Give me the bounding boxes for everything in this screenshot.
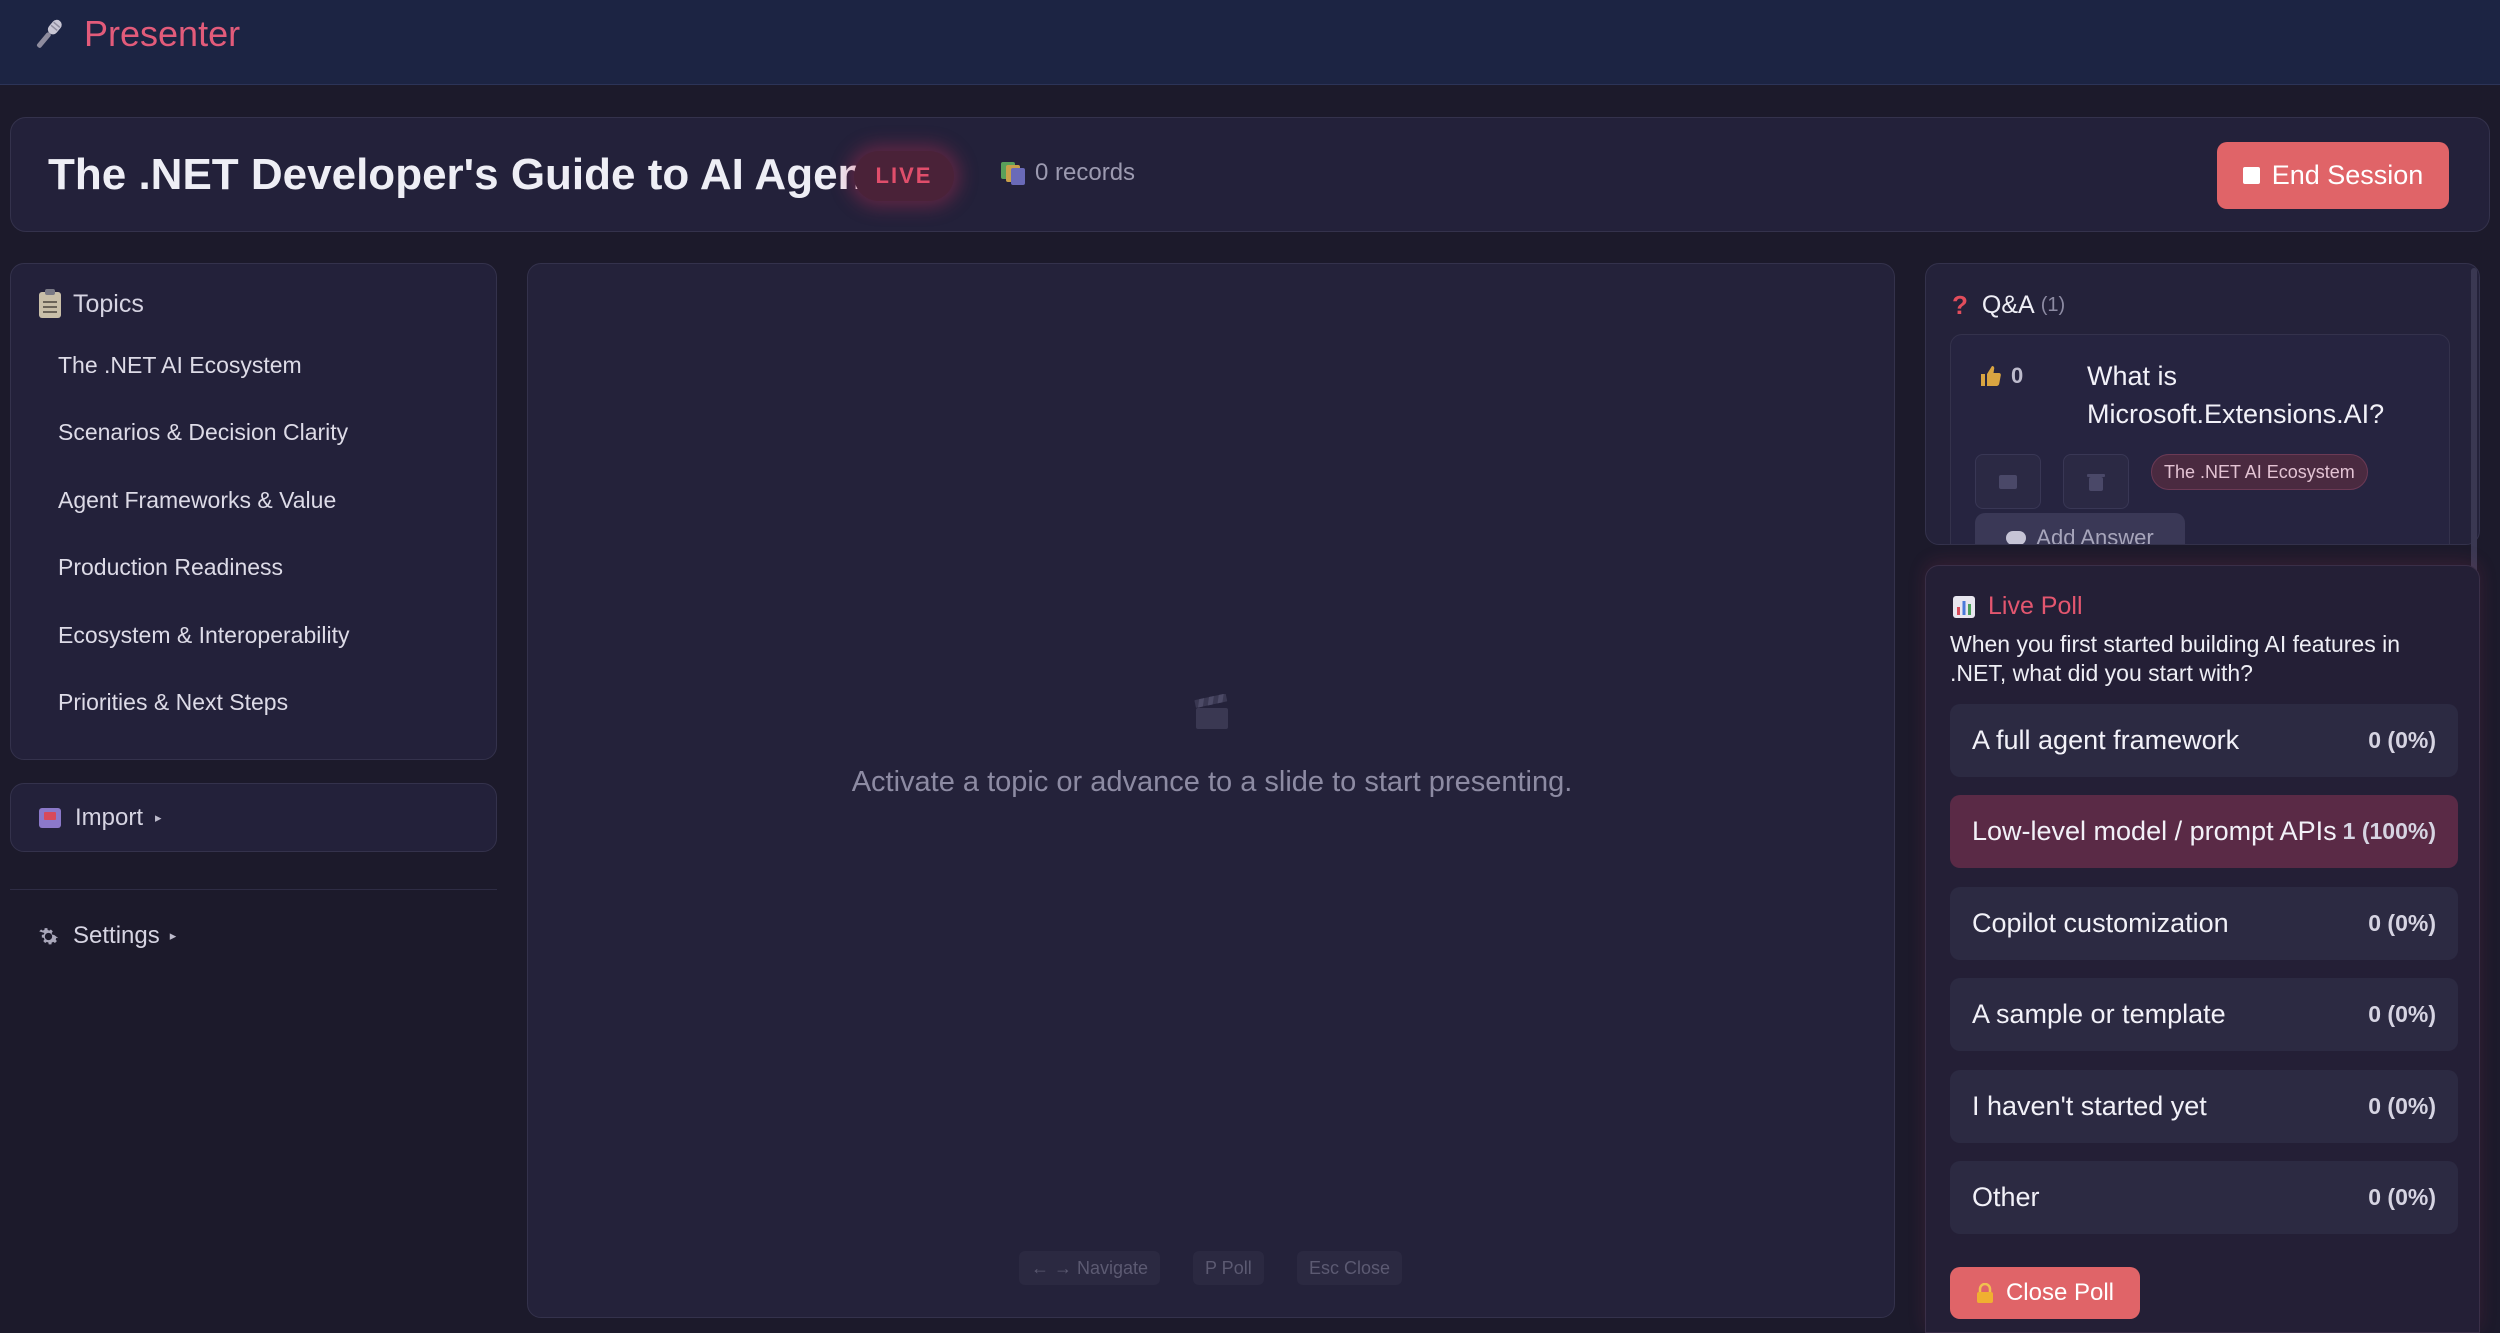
poll-option-result: 0 (0%): [2368, 1092, 2436, 1119]
live-poll-panel: Live Poll When you first started buildin…: [1925, 565, 2480, 1333]
delete-question-button[interactable]: [2063, 454, 2129, 509]
presentation-stage: Activate a topic or advance to a slide t…: [527, 263, 1895, 1318]
add-answer-button[interactable]: Add Answer: [1975, 513, 2185, 545]
expand-caret-icon: ▸: [155, 809, 162, 825]
poll-option-label: I haven't started yet: [1972, 1090, 2207, 1121]
qa-header: ? Q&A (1): [1952, 290, 2065, 321]
records-icon: [1001, 161, 1025, 185]
close-poll-button[interactable]: Close Poll: [1950, 1267, 2140, 1319]
import-label: Import: [75, 803, 144, 831]
upvote-button[interactable]: 0: [1979, 363, 2023, 389]
lock-icon: [1976, 1283, 1993, 1303]
session-bar: The .NET Developer's Guide to AI Agents …: [10, 117, 2490, 232]
poll-option-result: 0 (0%): [2368, 727, 2436, 753]
close-poll-label: Close Poll: [2005, 1279, 2115, 1306]
question-mark-icon: ?: [1952, 290, 1968, 320]
session-title: The .NET Developer's Guide to AI Agents: [48, 150, 904, 199]
clapperboard-icon: [1194, 694, 1228, 729]
microphone-icon: [36, 19, 62, 48]
topic-item[interactable]: Priorities & Next Steps: [58, 689, 488, 756]
screen-icon: [1999, 474, 2017, 489]
topics-header: Topics: [39, 288, 144, 319]
poll-option-result: 0 (0%): [2368, 1183, 2436, 1210]
topic-item[interactable]: The .NET AI Ecosystem: [58, 352, 488, 419]
poll-option-label: A full agent framework: [1972, 725, 2240, 755]
expand-caret-icon: ▸: [169, 928, 177, 943]
sidebar-divider: [10, 889, 497, 890]
topic-item[interactable]: Agent Frameworks & Value: [58, 487, 488, 554]
poll-option-label: Copilot customization: [1972, 907, 2229, 938]
qa-heading: Q&A: [1981, 291, 2035, 319]
top-bar: Presenter: [0, 0, 2500, 85]
topic-item[interactable]: Production Readiness: [58, 554, 488, 621]
poll-header: Live Poll: [1952, 592, 2083, 621]
topic-item[interactable]: Scenarios & Decision Clarity: [58, 419, 488, 486]
gear-icon: [39, 927, 59, 944]
poll-option-label: Low-level model / prompt APIs: [1972, 816, 2337, 847]
poll-heading: Live Poll: [1988, 592, 2083, 620]
topics-heading: Topics: [73, 290, 144, 318]
end-session-label: End Session: [2271, 160, 2424, 190]
display-question-button[interactable]: [1975, 454, 2041, 509]
empty-stage-message: Activate a topic or advance to a slide t…: [851, 766, 1573, 798]
import-toggle[interactable]: Import ▸: [10, 783, 497, 852]
trash-icon: [2087, 473, 2105, 491]
poll-option[interactable]: Copilot customization 0 (0%): [1950, 886, 2458, 960]
settings-toggle[interactable]: Settings ▸: [36, 922, 176, 950]
add-answer-label: Add Answer: [2036, 525, 2154, 545]
inbox-icon: [39, 807, 61, 828]
qa-count: (1): [2040, 294, 2066, 316]
navigate-hint: ← → Navigate: [1019, 1251, 1161, 1285]
brand-name: Presenter: [84, 13, 241, 54]
end-session-button[interactable]: End Session: [2217, 142, 2449, 209]
topics-panel: Topics The .NET AI Ecosystem Scenarios &…: [10, 263, 497, 760]
brand[interactable]: Presenter: [30, 10, 240, 58]
question-text: What is Microsoft.Extensions.AI?: [2087, 361, 2385, 429]
topic-tag: The .NET AI Ecosystem: [2151, 454, 2368, 490]
poll-option[interactable]: I haven't started yet 0 (0%): [1950, 1069, 2458, 1143]
records-count: 0 records: [1035, 159, 1136, 186]
poll-option[interactable]: A sample or template 0 (0%): [1950, 978, 2458, 1052]
settings-label: Settings: [73, 922, 160, 949]
topic-item[interactable]: Ecosystem & Interoperability: [58, 622, 488, 689]
poll-option-label: Other: [1972, 1181, 2040, 1212]
stop-icon: [2242, 167, 2260, 184]
poll-question: When you first started building AI featu…: [1950, 631, 2401, 686]
bar-chart-icon: [1953, 595, 1975, 618]
close-hint: Esc Close: [1297, 1251, 1403, 1285]
question-card: 0 What is Microsoft.Extensions.AI? The .…: [1950, 334, 2450, 545]
poll-hint: P Poll: [1193, 1251, 1264, 1285]
poll-option[interactable]: Other 0 (0%): [1950, 1160, 2458, 1234]
live-status-badge: LIVE: [854, 151, 954, 201]
keyboard-hints: ← → Navigate P Poll Esc Close: [528, 1251, 1896, 1285]
poll-option-result: 0 (0%): [2368, 909, 2436, 936]
poll-option[interactable]: Low-level model / prompt APIs 1 (100%): [1950, 795, 2458, 869]
vote-count: 0: [2011, 363, 2024, 388]
poll-option-result: 0 (0%): [2368, 1001, 2436, 1028]
poll-option[interactable]: A full agent framework 0 (0%): [1950, 704, 2458, 777]
poll-option-label: A sample or template: [1972, 999, 2226, 1030]
topic-list: The .NET AI Ecosystem Scenarios & Decisi…: [58, 352, 488, 756]
poll-option-result: 1 (100%): [2342, 818, 2436, 845]
speech-bubble-icon: [2006, 531, 2027, 544]
poll-options: A full agent framework 0 (0%) Low-level …: [1950, 704, 2458, 1252]
thumbs-up-icon: [1981, 366, 2001, 386]
records-indicator: 0 records: [1001, 159, 1135, 187]
qa-panel: ? Q&A (1) 0 What is Microsoft.Extensions…: [1925, 263, 2480, 545]
clipboard-icon: [39, 288, 61, 318]
